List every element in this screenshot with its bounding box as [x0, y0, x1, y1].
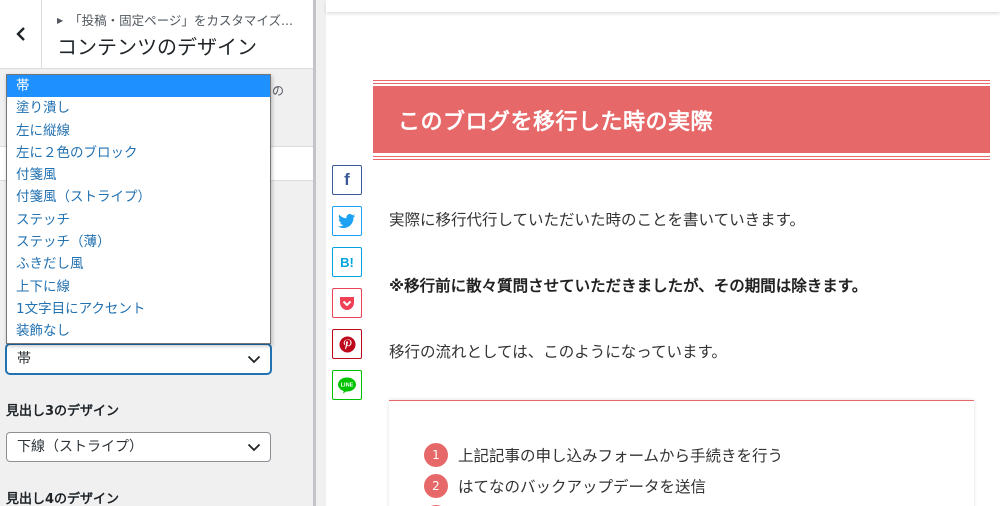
pinterest-icon — [339, 336, 355, 352]
dropdown-option[interactable]: 付箋風 — [7, 164, 270, 186]
pinterest-share-button[interactable] — [332, 329, 362, 359]
breadcrumb-text: 「投稿・固定ページ」をカスタマイズ... — [69, 13, 293, 28]
dropdown-option[interactable]: 帯 — [7, 75, 270, 98]
dropdown-option[interactable]: 左に縦線 — [7, 120, 270, 142]
panel-header: ▶ 「投稿・固定ページ」をカスタマイズ... コンテンツのデザイン — [0, 0, 315, 69]
preview-gutter — [316, 0, 326, 506]
facebook-share-button[interactable]: f — [332, 165, 362, 195]
article-heading: このブログを移行した時の実際 — [398, 110, 714, 135]
line-icon-text: LINE — [341, 382, 354, 388]
facebook-icon: f — [344, 170, 350, 189]
step-number: 1 — [424, 443, 448, 467]
h2-design-select[interactable]: 帯 — [6, 344, 271, 374]
step-text: はてなのバックアップデータを送信 — [458, 478, 707, 496]
dropdown-option[interactable]: ステッチ — [7, 209, 270, 231]
site-preview: このブログを移行した時の実際 f B! LINE 実際に移行代行していただいた時… — [316, 0, 1000, 506]
hatena-share-button[interactable]: B! — [332, 247, 362, 277]
pocket-share-button[interactable] — [332, 288, 362, 318]
h2-select-value: 帯 — [17, 351, 31, 367]
twitter-icon — [338, 213, 356, 228]
dropdown-option[interactable]: 上下に線 — [7, 276, 270, 298]
line-share-button[interactable]: LINE — [332, 370, 362, 400]
dropdown-option[interactable]: ステッチ（薄） — [7, 231, 270, 253]
preview-header-bar — [326, 0, 1000, 12]
paragraph: 実際に移行代行していただいた時のことを書いていきます。 — [389, 211, 806, 229]
steps-box: 1 上記記事の申し込みフォームから手続きを行う 2 はてなのバックアップデータを… — [389, 400, 974, 506]
h2-design-dropdown-list: 帯 塗り潰し 左に縦線 左に２色のブロック 付箋風 付箋風（ストライプ） ステッ… — [6, 74, 271, 344]
h2-heading-band: このブログを移行した時の実際 — [373, 80, 990, 160]
chevron-down-icon — [247, 355, 261, 364]
step-text: 上記記事の申し込みフォームから手続きを行う — [458, 447, 784, 465]
line-icon: LINE — [338, 377, 356, 393]
dropdown-option[interactable]: 装飾なし — [7, 320, 270, 342]
step-number: 2 — [424, 474, 448, 498]
dropdown-option[interactable]: 左に２色のブロック — [7, 142, 270, 164]
dropdown-option[interactable]: 塗り潰し — [7, 97, 270, 119]
pocket-icon — [340, 296, 354, 310]
twitter-share-button[interactable] — [332, 206, 362, 236]
panel-title: コンテンツのデザイン — [57, 35, 257, 59]
list-item: 1 上記記事の申し込みフォームから手続きを行う — [424, 443, 783, 467]
dropdown-option[interactable]: 付箋風（ストライプ） — [7, 186, 270, 208]
triangle-icon: ▶ — [57, 16, 64, 25]
back-button[interactable] — [0, 0, 42, 68]
paragraph-bold: ※移行前に散々質問させていただきましたが、その期間は除きます。 — [389, 277, 868, 295]
section-description: の — [272, 84, 285, 98]
h3-select-value: 下線（ストライプ） — [17, 439, 143, 455]
list-item: 2 はてなのバックアップデータを送信 — [424, 474, 706, 498]
h3-design-label: 見出し3のデザイン — [6, 404, 120, 419]
h4-design-label: 見出し4のデザイン — [6, 492, 120, 506]
heading-bottom-rule — [373, 156, 990, 160]
breadcrumb: ▶ 「投稿・固定ページ」をカスタマイズ... — [57, 10, 293, 29]
chevron-left-icon — [15, 27, 25, 41]
heading-top-rule — [373, 80, 990, 84]
dropdown-option[interactable]: 1文字目にアクセント — [7, 298, 270, 320]
paragraph: 移行の流れとしては、このようになっています。 — [389, 343, 727, 361]
dropdown-option[interactable]: ふきだし風 — [7, 253, 270, 275]
chevron-down-icon — [247, 443, 261, 452]
hatena-icon: B! — [340, 254, 354, 270]
customizer-panel: ▶ 「投稿・固定ページ」をカスタマイズ... コンテンツのデザイン の 帯 見出し… — [0, 0, 315, 506]
h3-design-select[interactable]: 下線（ストライプ） — [6, 432, 271, 462]
